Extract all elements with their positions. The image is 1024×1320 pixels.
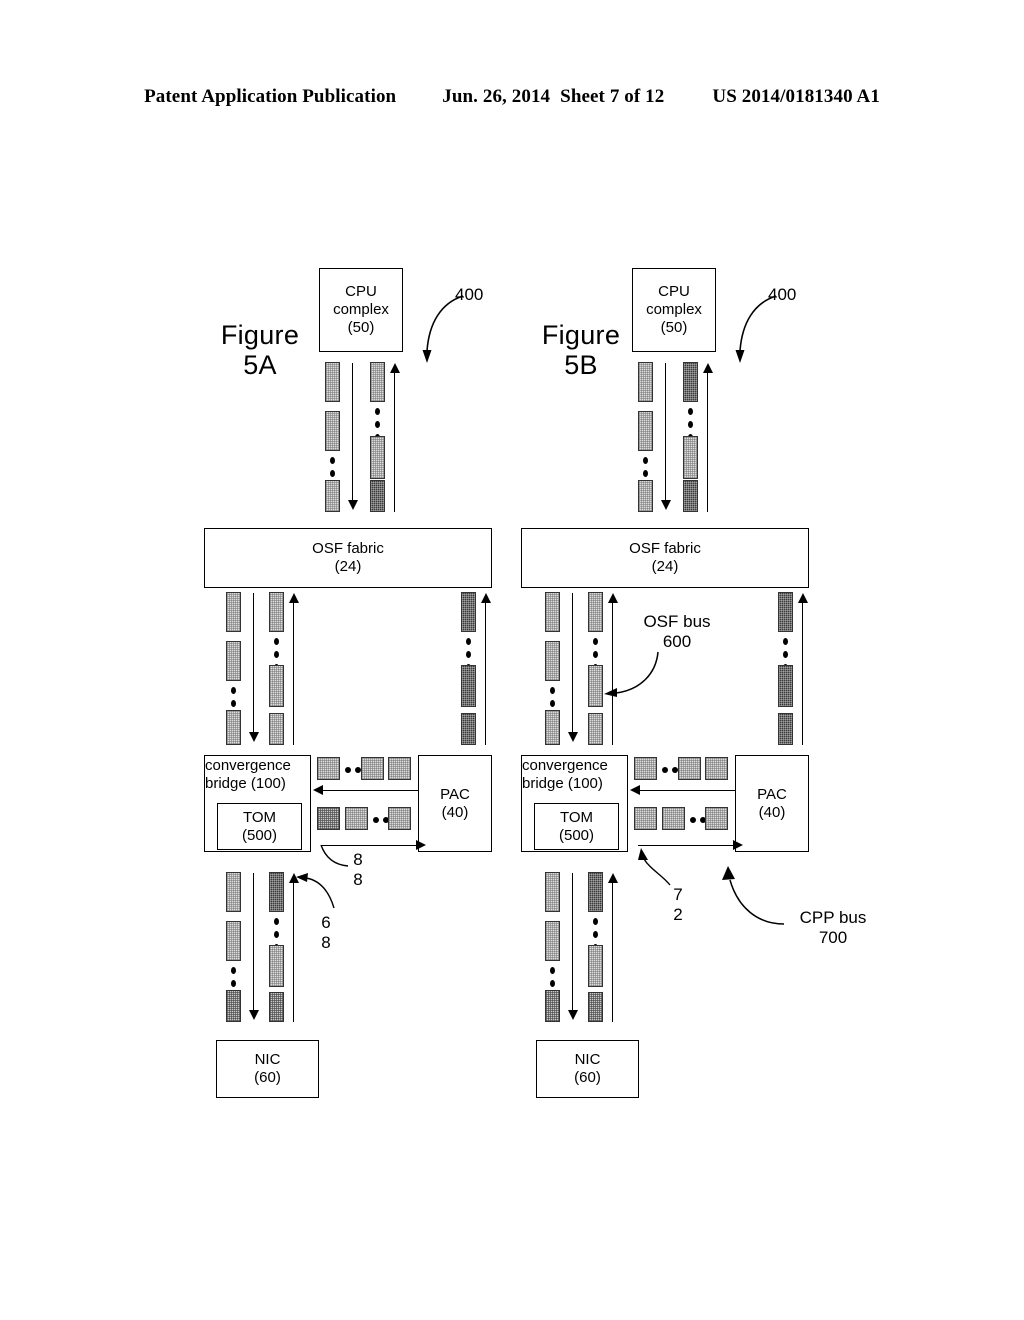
node-tom-5b: TOM (500) [534,803,619,850]
flow-line-up [707,372,708,512]
queue-box [545,921,560,961]
queue-box [588,713,603,745]
packet-square [678,757,701,780]
arrowhead-up-icon [703,363,713,373]
queue-box [778,592,793,632]
arrowhead-up-icon [608,873,618,883]
arrowhead-up-icon [798,593,808,603]
arrowhead-right-icon [733,840,743,850]
arrowhead-down-icon [568,1010,578,1020]
queue-box [683,436,698,479]
cpu-line3: (50) [660,318,688,336]
figure-5b: Figure 5B CPU complex (50) 400 OSF fabri… [0,0,1024,1320]
packet-square [662,807,685,830]
queue-box [683,480,698,512]
nic-line2: (60) [574,1069,601,1086]
arrowhead-down-icon [568,732,578,742]
node-nic-5b: NIC (60) [536,1040,639,1098]
osf-line2: (24) [651,558,679,575]
flow-line-up [612,882,613,1022]
queue-box [588,992,603,1022]
pac-line2: (40) [758,803,786,821]
flow-line-up [802,602,803,745]
queue-box [778,665,793,707]
flow-line-left [638,790,735,791]
osf-line1: OSF fabric [629,540,701,558]
callout-label-osf-bus: OSF bus 600 [643,612,711,651]
queue-box [638,480,653,512]
figure-5b-label: Figure 5B [541,320,621,381]
queue-box [545,710,560,745]
node-cpu-complex-5b: CPU complex (50) [632,268,716,352]
queue-box [683,362,698,402]
queue-box [588,872,603,912]
bridge-line2: bridge (100) [522,774,603,792]
ref-label-72-text: 7 2 [673,885,683,924]
queue-box [545,592,560,632]
nic-line1: NIC [574,1051,601,1069]
callout-leader-osf-bus [604,651,659,697]
arrowhead-down-icon [661,500,671,510]
flow-line-down [665,363,666,501]
packet-square [634,807,657,830]
tom-line1: TOM [559,808,594,826]
packet-square [634,757,657,780]
packet-square [705,807,728,830]
callout-label-cpp-bus: CPP bus 700 [799,908,867,947]
queue-box [545,872,560,912]
arrowhead-left-icon [630,785,640,795]
tom-line2: (500) [558,826,595,844]
queue-box [588,592,603,632]
bridge-line1: convergence [522,757,608,774]
node-osf-fabric-5b: OSF fabric (24) [521,528,809,588]
cpu-line1: CPU [658,283,690,301]
queue-box [778,713,793,745]
arrowhead-up-icon [608,593,618,603]
flow-line-down [572,873,573,1011]
flow-line-down [572,593,573,733]
callout-leader-72 [638,848,671,886]
cpu-line2: complex [646,301,702,319]
queue-box [545,990,560,1022]
callout-label-400-5b: 400 [768,285,797,304]
queue-box [638,411,653,451]
pac-line1: PAC [757,785,787,803]
node-pac-5b: PAC (40) [735,755,809,852]
packet-square [705,757,728,780]
queue-box [588,945,603,987]
queue-box [545,641,560,681]
queue-box [638,362,653,402]
